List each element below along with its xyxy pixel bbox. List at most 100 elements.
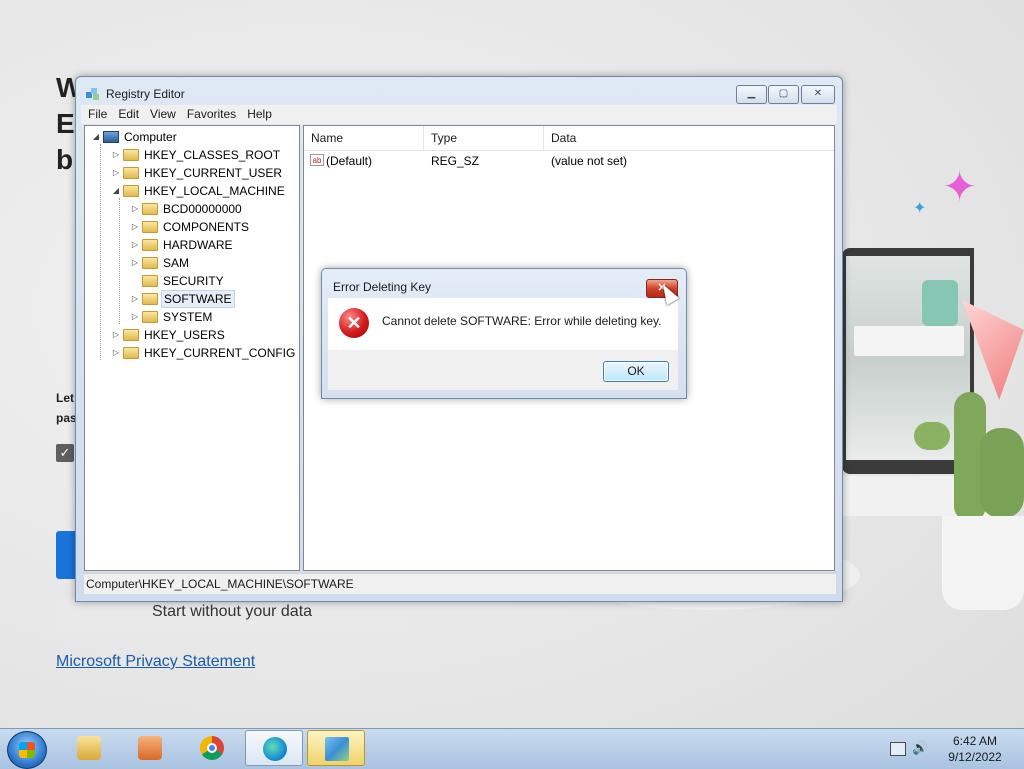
- tree-item-system[interactable]: ▷ SYSTEM: [130, 308, 214, 326]
- menu-edit[interactable]: Edit: [114, 105, 143, 124]
- error-icon: ✕: [339, 308, 369, 338]
- close-icon: ✕: [813, 88, 823, 99]
- list-header: Name Type Data: [304, 126, 834, 151]
- window-titlebar[interactable]: Registry Editor ▁ ▢ ✕: [76, 77, 842, 107]
- folder-icon: [142, 221, 158, 233]
- sparkle-icon: ✦: [942, 163, 978, 210]
- plant-pot-illustration: [922, 280, 958, 326]
- cactus-pot: [942, 516, 1024, 610]
- dialog-footer: OK: [328, 350, 678, 390]
- folder-icon: [142, 293, 158, 305]
- maximize-button[interactable]: ▢: [768, 85, 799, 104]
- start-without-data-button[interactable]: Start without your data: [56, 598, 408, 632]
- computer-icon: [103, 131, 119, 143]
- menu-file[interactable]: File: [84, 105, 111, 124]
- tree-item-label: SYSTEM: [163, 310, 213, 324]
- volume-icon[interactable]: 🔊: [912, 740, 928, 756]
- checkbox[interactable]: ✓: [56, 444, 74, 462]
- expanded-arrow-icon[interactable]: ◢: [91, 128, 101, 146]
- folder-icon: [123, 149, 139, 161]
- taskbar-media-player[interactable]: [121, 730, 179, 766]
- ok-button[interactable]: OK: [603, 361, 669, 382]
- folder-icon: [123, 329, 139, 341]
- tree-item-label: HKEY_USERS: [144, 328, 225, 342]
- menu-help[interactable]: Help: [243, 105, 276, 124]
- tree-item-hkey-classes-root[interactable]: ▷ HKEY_CLASSES_ROOT: [111, 146, 282, 164]
- taskbar-explorer[interactable]: [60, 730, 118, 766]
- collapsed-arrow-icon[interactable]: ▷: [111, 326, 121, 344]
- windows-explorer-icon: [77, 736, 101, 760]
- folder-icon: [142, 239, 158, 251]
- collapsed-arrow-icon[interactable]: ▷: [111, 164, 121, 182]
- tree-item-hkey-local-machine[interactable]: ◢ HKEY_LOCAL_MACHINE: [111, 182, 287, 200]
- cactus-illustration: [914, 392, 1024, 522]
- collapsed-arrow-icon[interactable]: ▷: [130, 290, 140, 308]
- collapsed-arrow-icon[interactable]: ▷: [111, 146, 121, 164]
- list-item[interactable]: ab (Default) REG_SZ (value not set): [304, 152, 834, 170]
- taskbar-edge[interactable]: [245, 730, 303, 766]
- folder-icon: [123, 185, 139, 197]
- menu-view[interactable]: View: [146, 105, 180, 124]
- tree-item-label: SECURITY: [163, 274, 224, 288]
- media-player-icon: [138, 736, 162, 760]
- tree-item-software[interactable]: ▷ SOFTWARE: [130, 290, 235, 308]
- background-text: Let pas: [56, 388, 76, 428]
- clock[interactable]: 6:42 AM 9/12/2022: [940, 733, 1010, 765]
- tree-item-label: HKEY_CLASSES_ROOT: [144, 148, 281, 162]
- folder-icon: [142, 275, 158, 287]
- regedit-icon: [325, 737, 349, 761]
- network-icon[interactable]: [890, 742, 906, 756]
- tree-item-hkey-current-config[interactable]: ▷ HKEY_CURRENT_CONFIG: [111, 344, 297, 362]
- taskbar-chrome[interactable]: [183, 730, 241, 766]
- menu-bar: File Edit View Favorites Help: [81, 105, 837, 124]
- cactus-arm: [980, 428, 1024, 518]
- collapsed-arrow-icon[interactable]: ▷: [111, 344, 121, 362]
- column-header-data[interactable]: Data: [544, 126, 834, 150]
- expanded-arrow-icon[interactable]: ◢: [111, 182, 121, 200]
- clock-date: 9/12/2022: [948, 750, 1002, 764]
- dialog-body: ✕ Cannot delete SOFTWARE: Error while de…: [328, 298, 678, 350]
- tree-item-security[interactable]: SECURITY: [130, 272, 226, 290]
- dialog-title: Error Deleting Key: [333, 280, 432, 294]
- tree-item-components[interactable]: ▷ COMPONENTS: [130, 218, 251, 236]
- value-name-cell: ab (Default): [310, 152, 372, 170]
- tree-item-hkey-users[interactable]: ▷ HKEY_USERS: [111, 326, 227, 344]
- menu-favorites[interactable]: Favorites: [183, 105, 240, 124]
- minimize-icon: ▁: [747, 88, 756, 99]
- tree-item-label: Computer: [124, 130, 177, 144]
- start-button[interactable]: [7, 731, 47, 769]
- tree-item-hkey-current-user[interactable]: ▷ HKEY_CURRENT_USER: [111, 164, 284, 182]
- tree-item-sam[interactable]: ▷ SAM: [130, 254, 191, 272]
- sparkle-icon: ✦: [913, 200, 927, 217]
- collapsed-arrow-icon[interactable]: ▷: [130, 236, 140, 254]
- folder-icon: [123, 167, 139, 179]
- taskbar-registry-editor[interactable]: [307, 730, 365, 766]
- text-line: Let: [56, 391, 74, 405]
- edge-icon: [263, 737, 287, 761]
- column-header-name[interactable]: Name: [304, 126, 424, 150]
- close-button[interactable]: ✕: [801, 85, 835, 104]
- tree-guide-line: [119, 198, 120, 324]
- minimize-button[interactable]: ▁: [736, 85, 767, 104]
- system-tray: 🔊: [888, 740, 928, 758]
- tree-item-bcd00000000[interactable]: ▷ BCD00000000: [130, 200, 244, 218]
- string-value-icon: ab: [310, 154, 324, 166]
- folder-icon: [123, 347, 139, 359]
- privacy-statement-link[interactable]: Microsoft Privacy Statement: [56, 653, 255, 671]
- tree-guide-line: [100, 144, 101, 360]
- tree-item-hardware[interactable]: ▷ HARDWARE: [130, 236, 235, 254]
- text-line: pas: [56, 411, 76, 425]
- column-header-type[interactable]: Type: [424, 126, 544, 150]
- tree-item-computer[interactable]: ◢ Computer: [91, 128, 179, 146]
- collapsed-arrow-icon[interactable]: ▷: [130, 254, 140, 272]
- books-illustration: [854, 326, 964, 356]
- registry-tree[interactable]: ◢ Computer ▷ HKEY_CLASSES_ROOT ▷ HKEY_CURRE…: [84, 125, 300, 571]
- collapsed-arrow-icon[interactable]: ▷: [130, 200, 140, 218]
- value-name: (Default): [326, 154, 373, 168]
- value-type-cell: REG_SZ: [431, 154, 480, 168]
- collapsed-arrow-icon[interactable]: ▷: [130, 218, 140, 236]
- error-dialog: Error Deleting Key ✕ ✕ Cannot delete SOF…: [321, 268, 687, 399]
- tree-item-label: HARDWARE: [163, 238, 233, 252]
- dialog-message: Cannot delete SOFTWARE: Error while dele…: [382, 314, 662, 328]
- collapsed-arrow-icon[interactable]: ▷: [130, 308, 140, 326]
